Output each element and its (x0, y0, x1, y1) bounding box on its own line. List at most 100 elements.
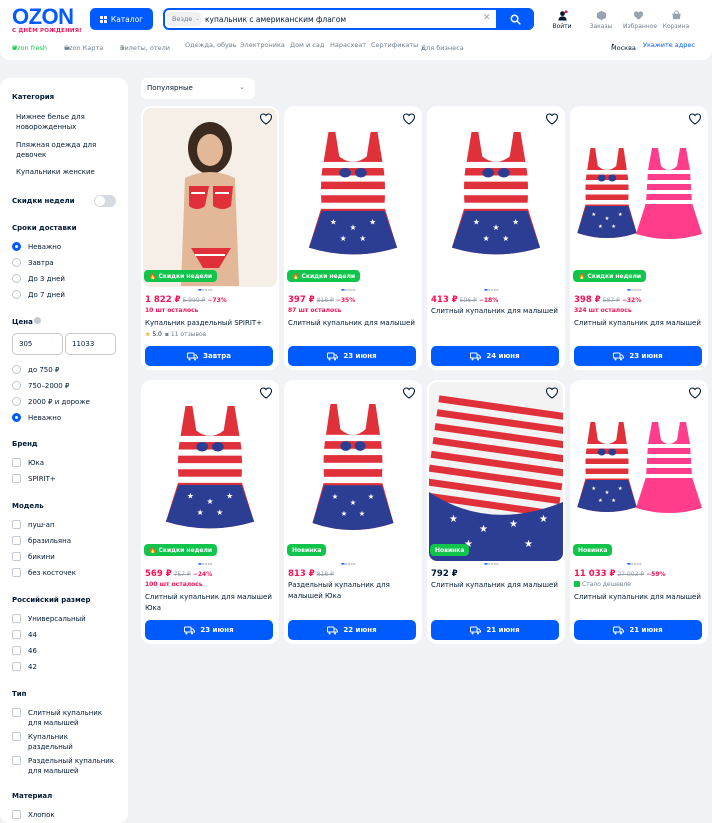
add-to-cart-button[interactable]: 21 июня (574, 620, 702, 640)
product-card[interactable]: ★ ★ ★ ★ ★ ▬▪▪▪▪ 413 ₽506 ₽ −18% Слитный купал… (427, 106, 565, 370)
product-name[interactable]: Купальник раздельный SPIRIT+ (145, 318, 273, 329)
search-scope-dropdown[interactable]: Везде ⌄ (167, 12, 201, 26)
price-from-input[interactable]: 305 (12, 333, 63, 355)
brand-checkbox[interactable] (12, 474, 21, 483)
product-card[interactable]: 🔥 Скидки недели ▬▪▪▪▪ 1 822 ₽5 999 ₽ −73% … (141, 106, 279, 370)
truck-icon (613, 352, 625, 360)
product-name[interactable]: Слитный купальник для малышей (431, 580, 559, 591)
product-image-art: ★★ ★ ★★ ★ (429, 382, 563, 561)
add-to-cart-button[interactable]: 23 июня (574, 346, 702, 366)
price-to-input[interactable]: 11033 (65, 333, 116, 355)
city-label[interactable]: Москва • (611, 41, 636, 52)
size-checkbox[interactable] (12, 630, 21, 639)
size-checkbox[interactable] (12, 662, 21, 671)
size-checkbox[interactable] (12, 646, 21, 655)
delivery-radio-tomorrow[interactable] (12, 258, 21, 267)
product-image[interactable]: ★ ★ ★ ★ ★ (572, 382, 706, 561)
weekly-discounts-toggle[interactable] (94, 195, 116, 207)
sort-dropdown[interactable]: Популярные ⌄ (141, 78, 255, 99)
nav-link-certificates[interactable]: Сертификаты (371, 41, 418, 49)
product-badge: 🔥 Скидки недели (144, 270, 218, 282)
favorite-heart-icon[interactable] (688, 386, 702, 400)
favorite-heart-icon[interactable] (402, 112, 416, 126)
clear-search-icon[interactable]: ✕ (483, 13, 491, 23)
info-icon[interactable] (34, 317, 41, 324)
type-checkbox[interactable] (12, 708, 21, 717)
nav-link-bestsellers[interactable]: Нарасхват (330, 41, 366, 49)
model-checkbox[interactable] (12, 568, 21, 577)
size-checkbox[interactable] (12, 614, 21, 623)
product-image[interactable]: ★ ★ ★ ★ ★ (286, 382, 420, 561)
delivery-radio-any[interactable] (12, 242, 21, 251)
header-favorites[interactable]: Избранное (623, 10, 657, 30)
price-radio-2[interactable] (12, 381, 21, 390)
product-name[interactable]: Слитный купальник для малышей (431, 306, 559, 317)
product-card[interactable]: ★ ★ ★ ★ ★ 🔥 Скидки недели ▬▪▪▪▪ 398 ₽587 ₽ −32… (570, 106, 708, 370)
model-checkbox[interactable] (12, 520, 21, 529)
catalog-button[interactable]: Каталог (90, 8, 153, 30)
type-checkbox[interactable] (12, 732, 21, 741)
price-radio-any[interactable] (12, 413, 21, 422)
svg-text:★: ★ (341, 509, 347, 518)
category-item[interactable]: Нижнее белье для новорожденных (16, 112, 116, 132)
header-cart[interactable]: Корзина (661, 10, 691, 30)
product-name[interactable]: Слитный купальник для малышей (574, 592, 702, 603)
add-to-cart-button[interactable]: 23 июня (145, 620, 273, 640)
model-checkbox[interactable] (12, 536, 21, 545)
price-radio-3[interactable] (12, 397, 21, 406)
add-to-cart-button[interactable]: 23 июня (288, 346, 416, 366)
category-item[interactable]: Пляжная одежда для девочек (16, 140, 116, 160)
price-radio-1[interactable] (12, 365, 21, 374)
product-image[interactable]: ★ ★ ★ ★ ★ ★ (429, 382, 563, 561)
delivery-radio-3days[interactable] (12, 274, 21, 283)
material-checkbox[interactable] (12, 810, 21, 819)
add-to-cart-button[interactable]: 24 июня (431, 346, 559, 366)
add-to-cart-button[interactable]: Завтра (145, 346, 273, 366)
sort-label: Популярные (147, 84, 193, 92)
favorite-heart-icon[interactable] (688, 112, 702, 126)
product-image[interactable]: ★ ★ ★ ★ ★ (143, 382, 277, 561)
favorite-heart-icon[interactable] (545, 386, 559, 400)
product-name[interactable]: Слитный купальник для малышей Юка (145, 592, 273, 614)
model-checkbox[interactable] (12, 552, 21, 561)
favorite-heart-icon[interactable] (545, 112, 559, 126)
brand-checkbox[interactable] (12, 458, 21, 467)
old-price: 818 ₽ (316, 297, 334, 304)
heart-icon (633, 11, 643, 20)
product-card[interactable]: ★ ★ ★ ★ ★ ★ Новинка ▬▪▪▪▪ 792 ₽ Слитный купал… (427, 380, 565, 644)
favorite-heart-icon[interactable] (402, 386, 416, 400)
header-orders[interactable]: Заказы (586, 10, 616, 30)
product-card[interactable]: ★ ★ ★ ★ ★ 🔥 Скидки недели ▬▪▪▪▪ 569 ₽757 ₽ −24… (141, 380, 279, 644)
badge-label: Скидки недели (158, 272, 213, 280)
nav-link-clothes[interactable]: Одежда, обувь (185, 41, 237, 49)
category-item[interactable]: Купальники женские (16, 168, 95, 176)
product-card[interactable]: ★ ★ ★ ★ ★ 🔥 Скидки недели ▬▪▪▪▪ 397 ₽818 ₽ −35… (284, 106, 422, 370)
search-scope-label: Везде (172, 15, 193, 23)
stock-left: 100 шт осталось (145, 581, 203, 588)
svg-text:★: ★ (492, 223, 499, 232)
product-name[interactable]: Раздельный купальник для малышей Юка (288, 580, 416, 602)
favorite-heart-icon[interactable] (259, 386, 273, 400)
favorite-heart-icon[interactable] (259, 112, 273, 126)
add-to-cart-button[interactable]: 21 июня (431, 620, 559, 640)
add-to-cart-button[interactable]: 22 июня (288, 620, 416, 640)
product-image[interactable]: ★ ★ ★ ★ ★ (429, 108, 563, 287)
nav-link-home[interactable]: Дом и сад (290, 41, 324, 49)
product-image[interactable]: ★ ★ ★ ★ ★ (286, 108, 420, 287)
old-price: 757 ₽ (173, 571, 191, 578)
product-card[interactable]: ★ ★ ★ ★ ★ Новинка ▬▪▪▪▪ 11 033 ₽27 003 ₽ −59%… (570, 380, 708, 644)
product-name[interactable]: Слитный купальник для малышей (574, 318, 702, 329)
product-card[interactable]: ★ ★ ★ ★ ★ Новинка ▬▪▪▪▪ 813 ₽818 ₽ Раздельны… (284, 380, 422, 644)
type-checkbox[interactable] (12, 756, 21, 765)
product-price: 569 ₽757 ₽ −24% (145, 569, 212, 579)
product-image[interactable] (143, 108, 277, 287)
address-link[interactable]: Укажите адрес (643, 41, 695, 49)
search-input[interactable] (205, 10, 475, 28)
nav-link-electronics[interactable]: Электроника (240, 41, 285, 49)
product-image[interactable]: ★ ★ ★ ★ ★ (572, 108, 706, 287)
delivery-radio-7days[interactable] (12, 290, 21, 299)
product-name[interactable]: Слитный купальник для малышей (288, 318, 416, 329)
search-button[interactable] (496, 8, 534, 30)
header-login[interactable]: Войти (547, 10, 577, 30)
ozon-logo[interactable]: OZON С ДНЁМ РОЖДЕНИЯ! (12, 6, 82, 35)
